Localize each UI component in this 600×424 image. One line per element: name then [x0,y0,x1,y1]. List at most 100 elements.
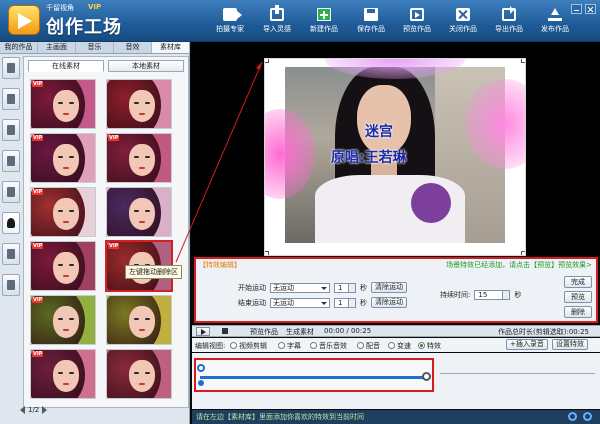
material-thumbnail[interactable] [106,349,172,399]
radio-icon [230,342,237,349]
next-page-icon[interactable] [42,406,48,414]
category-frame-button[interactable] [2,119,20,141]
view-subtitle[interactable]: 字幕 [278,341,301,351]
category-text-button[interactable] [2,57,20,79]
stop-icon[interactable] [222,328,228,334]
pager: 1/2 [20,406,48,414]
toolbar-save[interactable]: 保存作品 [346,8,396,34]
import-icon [270,5,284,21]
publish-icon [548,8,562,21]
minimize-icon[interactable] [571,4,582,14]
playhead-start-handle[interactable] [197,364,205,372]
toolbar-new[interactable]: 新建作品 [299,8,349,34]
category-screen-button[interactable] [2,181,20,203]
vip-badge: VIP [108,243,120,249]
resize-handle-br[interactable] [521,251,525,255]
end-motion-label: 结束运动 [238,298,266,307]
edit-view-label: 编辑视图: [195,342,226,350]
tab-music[interactable]: 音乐 [76,42,114,53]
start-seconds-stepper[interactable]: 1 [334,282,356,293]
delete-effect-button[interactable]: 删除 [564,306,592,318]
category-image-button[interactable] [2,274,20,296]
lyric-singer: 原唱:王若琳 [331,150,407,166]
material-thumbnail[interactable] [106,187,172,237]
duration-stepper[interactable]: 15 [474,290,511,300]
text-icon [7,63,15,73]
clear-start-motion-button[interactable]: 清除运动 [371,282,407,293]
camera-icon [223,8,242,21]
category-rail [2,57,20,305]
window-close-icon[interactable] [585,4,596,14]
generate-material-label[interactable]: 生成素材 [286,327,314,337]
effect-track-bar[interactable] [200,376,428,379]
preview-works-label[interactable]: 预览作品 [250,327,278,337]
material-thumbnail[interactable]: VIP [30,187,96,237]
resize-handle-tr[interactable] [521,59,525,63]
view-dubbing[interactable]: 配音 [357,341,380,351]
window-controls [571,4,596,14]
radio-icon [357,342,364,349]
done-button[interactable]: 完成 [564,276,592,288]
editor-hint: 场景特效已经添加，请点击【预览】预览效果> [446,261,592,269]
effect-timeline [194,358,434,392]
total-duration: 作品总时长(剪辑选取):00:25 [498,328,589,336]
resize-handle-bl[interactable] [265,251,269,255]
zoom-out-icon[interactable] [583,412,592,421]
effect-end-handle[interactable] [422,372,431,381]
material-thumbnail[interactable] [106,295,172,345]
view-speed[interactable]: 变速 [388,341,411,351]
tab-my-works[interactable]: 我的作品 [0,42,38,53]
material-thumbnail[interactable]: VIP [106,133,172,183]
material-thumbnail[interactable]: VIP [30,79,96,129]
subtab-online[interactable]: 在线素材 [28,60,104,72]
tab-sound-effects[interactable]: 音效 [114,42,152,53]
effect-settings-button[interactable]: 设置特效 [552,339,588,350]
insert-recording-button[interactable]: +插入录音 [506,339,548,350]
toolbar-shoot-expert[interactable]: 拍摄专家 [205,8,255,34]
play-button[interactable] [196,327,210,336]
start-motion-select[interactable]: 无运动 [270,282,330,293]
toolbar-close[interactable]: 关闭作品 [438,8,488,34]
material-grid: VIP VIP VIP VIP VIP VIP VIP VIP [30,79,180,399]
start-motion-row: 开始运动 无运动 1 秒 清除运动 [238,282,407,293]
resize-handle-tl[interactable] [265,59,269,63]
end-motion-select[interactable]: 无运动 [270,297,330,308]
material-thumbnail[interactable]: VIP [30,133,96,183]
preview-frame[interactable]: 迷宫 原唱:王若琳 [264,58,526,256]
category-effect-button[interactable] [2,212,20,234]
material-thumbnail[interactable]: VIP [30,241,96,291]
preview-effect-button[interactable]: 预览 [564,291,592,303]
editor-actions: 完成 预览 删除 [564,276,592,318]
material-thumbnail[interactable] [106,79,172,129]
subtab-local[interactable]: 本地素材 [108,60,184,72]
effect-icon [7,218,15,228]
material-thumbnail[interactable]: VIP [30,295,96,345]
toolbar-export[interactable]: 导出作品 [484,6,534,34]
app-logo-icon [8,5,40,35]
category-scene-button[interactable] [2,150,20,172]
brand-subtitle: 千留视角 [46,4,74,12]
vip-badge: VIP [32,135,44,141]
category-music-button[interactable] [2,243,20,265]
zoom-in-icon[interactable] [568,412,577,421]
app-header: 千留视角 VIP 创作工场 拍摄专家 导入灵感 新建作品 保存作品 预览作品 关… [0,0,600,42]
effect-editor: 【特效编辑】 场景特效已经添加，请点击【预览】预览效果> 开始运动 无运动 1 … [194,257,598,323]
tab-material-library[interactable]: 素材库 [152,42,190,53]
material-thumbnail[interactable]: VIP [30,349,96,399]
vip-badge: VIP [32,81,44,87]
category-search-button[interactable] [2,88,20,110]
status-bar: 请在左边【素材库】里面添加你喜欢的特效到当前时间 [192,410,600,424]
end-seconds-stepper[interactable]: 1 [334,297,356,308]
toolbar-preview[interactable]: 预览作品 [392,8,442,34]
prev-page-icon[interactable] [20,406,25,414]
start-motion-label: 开始运动 [238,283,266,292]
toolbar-import[interactable]: 导入灵感 [252,5,302,34]
view-effects[interactable]: 特效 [418,341,441,351]
clear-end-motion-button[interactable]: 清除运动 [371,297,407,308]
vip-badge: VIP [32,189,44,195]
tab-main-screen[interactable]: 主画面 [38,42,76,53]
playhead-marker[interactable] [198,380,204,386]
vip-badge: VIP [32,351,44,357]
view-video-clip[interactable]: 视频剪辑 [230,341,267,351]
view-music-sfx[interactable]: 音乐音效 [310,341,347,351]
